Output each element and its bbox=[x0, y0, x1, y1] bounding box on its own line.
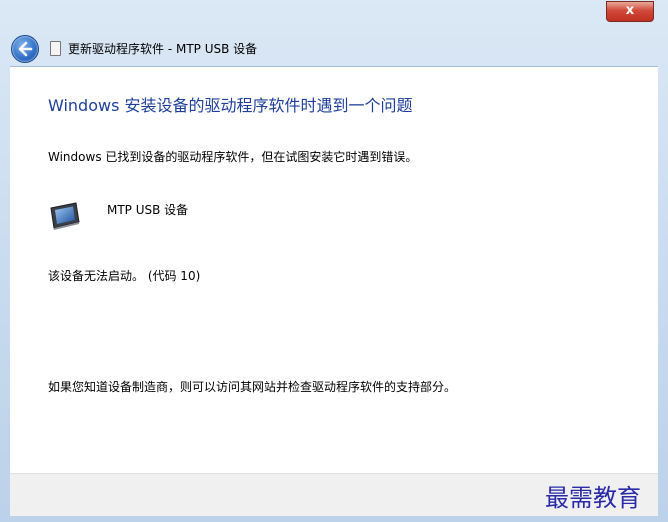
back-button[interactable] bbox=[11, 35, 39, 63]
close-button[interactable]: x bbox=[606, 1, 654, 22]
support-text: 如果您知道设备制造商，则可以访问其网站并检查驱动程序软件的支持部分。 bbox=[48, 380, 457, 394]
watermark: 最需教育 bbox=[545, 484, 641, 512]
page-heading: Windows 安装设备的驱动程序软件时遇到一个问题 bbox=[48, 96, 413, 115]
media-player-icon bbox=[50, 202, 80, 230]
close-icon: x bbox=[625, 3, 635, 18]
device-name: MTP USB 设备 bbox=[107, 203, 189, 217]
title-bar: x 更新驱动程序软件 - MTP USB 设备 bbox=[0, 0, 668, 66]
error-message: 该设备无法启动。 (代码 10) bbox=[48, 269, 201, 283]
device-icon bbox=[50, 41, 61, 56]
window-title: 更新驱动程序软件 - MTP USB 设备 bbox=[68, 42, 258, 56]
back-arrow-icon bbox=[18, 41, 33, 57]
description-text: Windows 已找到设备的驱动程序软件，但在试图安装它时遇到错误。 bbox=[48, 150, 418, 164]
